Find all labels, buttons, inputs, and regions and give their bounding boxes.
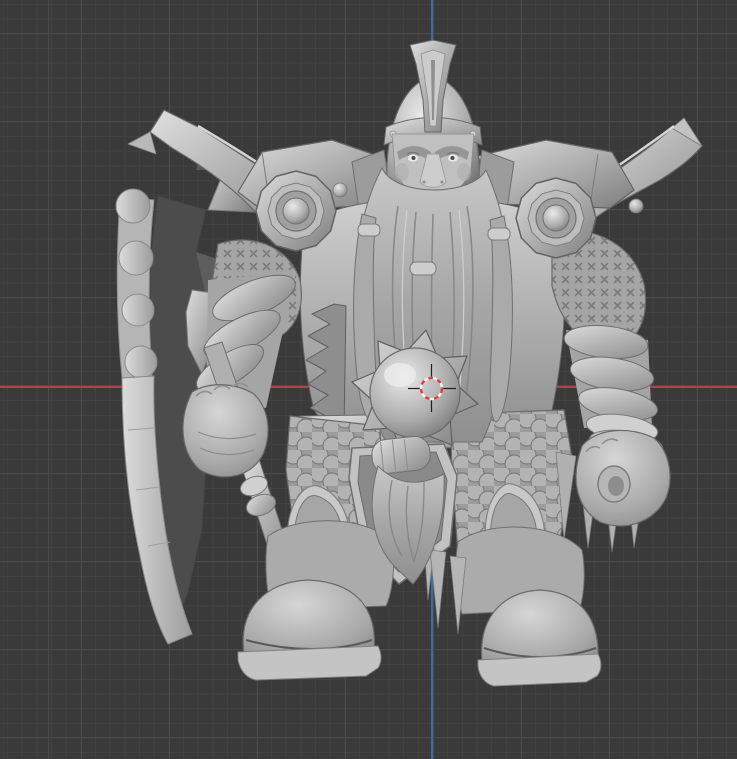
left-fist bbox=[182, 384, 269, 478]
right-arm bbox=[563, 324, 671, 527]
3d-viewport[interactable] bbox=[0, 0, 737, 759]
braid-ring bbox=[409, 261, 437, 276]
left-leg bbox=[237, 520, 395, 681]
rivet-ball bbox=[332, 182, 348, 198]
leg-fringe bbox=[423, 544, 467, 635]
braid-ring bbox=[357, 223, 381, 237]
dwarf-model[interactable] bbox=[115, 39, 703, 687]
belly-sphere bbox=[369, 347, 461, 439]
model-layer bbox=[115, 39, 703, 687]
rivet-ball bbox=[628, 198, 644, 214]
braid-ring bbox=[487, 227, 511, 241]
right-leg bbox=[423, 526, 602, 687]
left-boot-sole bbox=[237, 645, 382, 681]
head bbox=[383, 39, 483, 205]
right-boot-sole bbox=[477, 653, 602, 687]
